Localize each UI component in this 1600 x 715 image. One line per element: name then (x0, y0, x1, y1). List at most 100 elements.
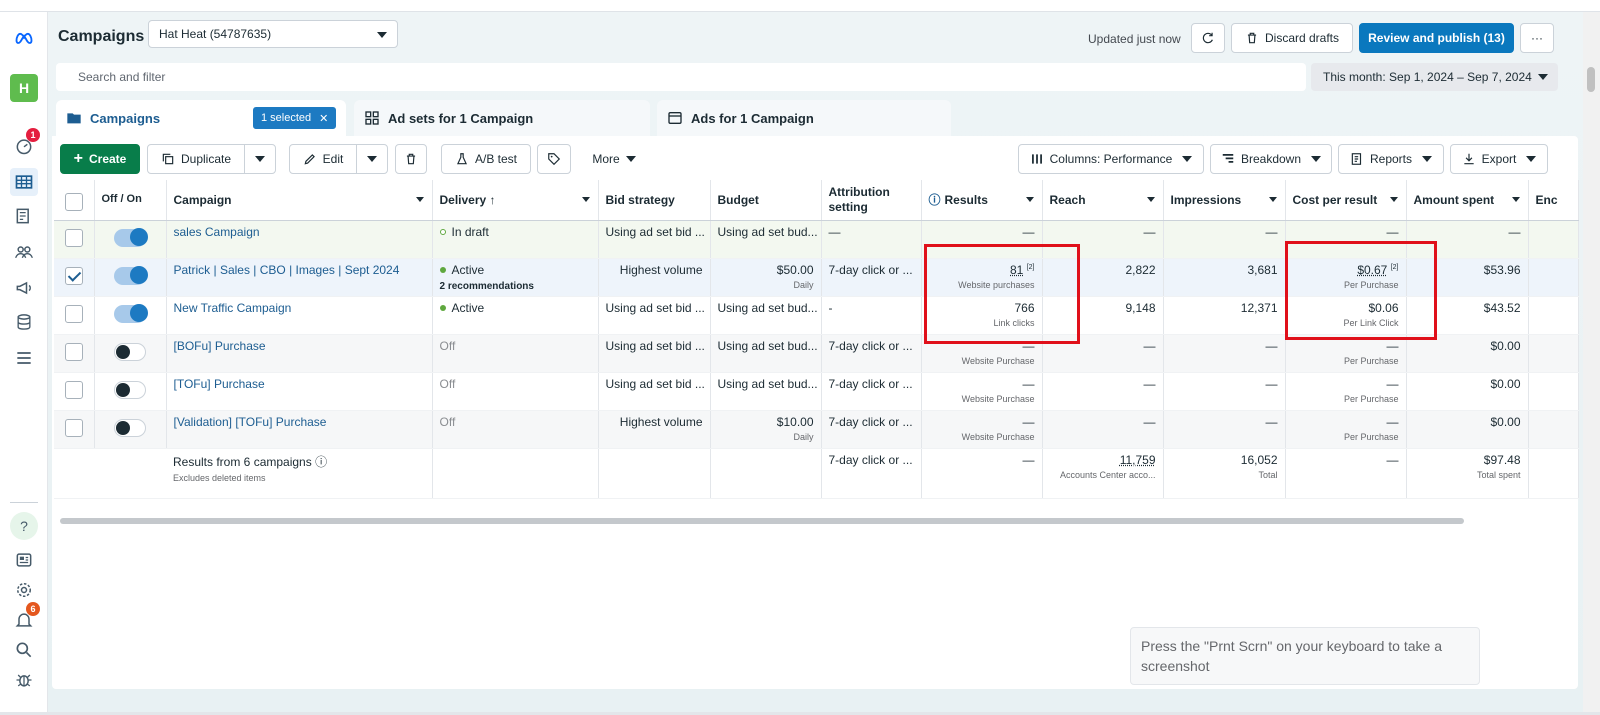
tab-adsets[interactable]: Ad sets for 1 Campaign (354, 100, 650, 136)
audiences-icon[interactable] (10, 238, 38, 266)
more-button[interactable]: More (579, 144, 649, 174)
duplicate-dropdown[interactable] (244, 144, 276, 174)
bell-icon[interactable]: 6 (10, 602, 40, 634)
chevron-down-icon[interactable] (581, 197, 590, 202)
edit-dropdown[interactable] (356, 144, 388, 174)
campaigns-table-icon[interactable] (10, 168, 38, 196)
cpr-type: Per Purchase (1343, 393, 1399, 404)
header-campaign[interactable]: Campaign (166, 180, 433, 221)
more-options-button[interactable]: ··· (1520, 23, 1554, 53)
info-icon[interactable]: ⓘ (315, 455, 327, 469)
delivery-status: Active (451, 300, 485, 315)
gear-icon[interactable] (10, 576, 38, 604)
chevron-down-icon[interactable] (415, 197, 424, 202)
bug-icon[interactable] (10, 666, 38, 694)
export-button[interactable]: Export (1450, 144, 1548, 174)
toggle-switch[interactable] (114, 342, 146, 361)
table-row[interactable]: [Validation] [TOFu] Purchase Off Highest… (54, 410, 1579, 449)
row-checkbox[interactable] (64, 304, 83, 323)
ends (1528, 372, 1579, 411)
table-row[interactable]: Patrick | Sales | CBO | Images | Sept 20… (54, 258, 1579, 297)
menu-icon[interactable] (10, 344, 38, 372)
header-delivery[interactable]: Delivery ↑ (432, 180, 599, 221)
refresh-button[interactable] (1191, 23, 1225, 53)
chevron-down-icon[interactable] (1025, 197, 1034, 202)
delete-button[interactable] (395, 144, 427, 174)
chevron-down-icon[interactable] (1511, 197, 1520, 202)
row-checkbox[interactable] (64, 266, 83, 285)
header-cost-per-result[interactable]: Cost per result (1285, 180, 1407, 221)
tag-button[interactable] (537, 144, 571, 174)
account-avatar[interactable]: H (10, 74, 38, 102)
chevron-down-icon[interactable] (1389, 197, 1398, 202)
header-bid-strategy[interactable]: Bid strategy (598, 180, 711, 221)
dashboard-icon[interactable]: 1 (10, 128, 40, 160)
megaphone-icon[interactable] (10, 274, 38, 302)
cost-per-result[interactable]: $0.67 (1357, 263, 1387, 277)
table-row[interactable]: [TOFu] Purchase Off Using ad set bid ...… (54, 372, 1579, 411)
toggle-switch[interactable] (114, 303, 148, 323)
date-range-picker[interactable]: This month: Sep 1, 2024 – Sep 7, 2024 (1311, 63, 1558, 91)
table-row[interactable]: New Traffic Campaign Active Using ad set… (54, 296, 1579, 335)
search-icon[interactable] (10, 636, 38, 664)
create-button[interactable]: + Create (60, 144, 140, 174)
campaign-name-link[interactable]: [BOFu] Purchase (174, 339, 266, 353)
header-impressions[interactable]: Impressions (1163, 180, 1286, 221)
scrollbar-thumb[interactable] (1587, 67, 1595, 92)
review-publish-button[interactable]: Review and publish (13) (1359, 23, 1514, 53)
toggle-switch[interactable] (114, 418, 146, 437)
help-icon[interactable]: ? (10, 512, 38, 540)
select-all-header[interactable] (54, 180, 95, 221)
footnote: [2] (1026, 263, 1035, 271)
row-checkbox[interactable] (64, 418, 83, 437)
news-icon[interactable] (10, 546, 38, 574)
header-amount-spent[interactable]: Amount spent (1406, 180, 1529, 221)
duplicate-button[interactable]: Duplicate (147, 144, 245, 174)
header-budget[interactable]: Budget (710, 180, 822, 221)
cost-per-result: — (1386, 414, 1399, 429)
tab-ads[interactable]: Ads for 1 Campaign (657, 100, 951, 136)
toggle-switch[interactable] (114, 380, 146, 399)
vertical-scrollbar[interactable] (1583, 12, 1600, 712)
reports-button[interactable]: Reports (1338, 144, 1444, 174)
campaign-name-link[interactable]: [TOFu] Purchase (174, 377, 265, 391)
recommendations-link[interactable]: 2 recommendations (440, 281, 591, 292)
table-row[interactable]: [BOFu] Purchase Off Using ad set bid ...… (54, 334, 1579, 373)
table-row[interactable]: sales Campaign In draft Using ad set bid… (54, 220, 1579, 259)
edit-label: Edit (322, 152, 344, 166)
close-icon[interactable]: ✕ (319, 112, 328, 125)
chevron-down-icon[interactable] (1268, 197, 1277, 202)
header-ends[interactable]: Enc (1528, 180, 1579, 221)
select-all-checkbox[interactable] (64, 192, 83, 211)
search-input[interactable]: Search and filter (56, 63, 1306, 91)
row-checkbox[interactable] (64, 342, 83, 361)
bid-strategy: Using ad set bid ... (598, 334, 711, 373)
header-reach[interactable]: Reach (1042, 180, 1164, 221)
header-results[interactable]: ⓘ Results (921, 180, 1043, 221)
columns-button[interactable]: Columns: Performance (1018, 144, 1204, 174)
toggle-switch[interactable] (114, 265, 148, 285)
breakdown-button[interactable]: Breakdown (1210, 144, 1332, 174)
database-icon[interactable] (10, 308, 38, 336)
totals-reach[interactable]: 11,759 (1120, 453, 1156, 467)
campaign-name-link[interactable]: Patrick | Sales | CBO | Images | Sept 20… (174, 263, 400, 277)
discard-drafts-button[interactable]: Discard drafts (1231, 23, 1353, 53)
row-checkbox[interactable] (64, 380, 83, 399)
campaign-name-link[interactable]: [Validation] [TOFu] Purchase (174, 415, 327, 429)
account-selector[interactable]: Hat Heat (54787635) (148, 20, 398, 48)
toggle-switch[interactable] (114, 227, 148, 247)
header-attribution[interactable]: Attribution setting (821, 180, 922, 221)
campaign-name-link[interactable]: sales Campaign (174, 225, 260, 239)
meta-logo-icon[interactable] (10, 24, 38, 52)
campaign-name-link[interactable]: New Traffic Campaign (174, 301, 292, 315)
results[interactable]: 81 (1010, 263, 1023, 277)
edit-button[interactable]: Edit (289, 144, 357, 174)
row-checkbox[interactable] (64, 228, 83, 247)
horizontal-scrollbar[interactable] (60, 518, 1464, 524)
info-icon[interactable]: ⓘ (929, 193, 941, 207)
pages-icon[interactable] (10, 202, 38, 230)
ends (1528, 410, 1579, 449)
ab-test-button[interactable]: A/B test (441, 144, 531, 174)
selected-chip[interactable]: 1 selected ✕ (253, 107, 337, 129)
chevron-down-icon[interactable] (1146, 197, 1155, 202)
